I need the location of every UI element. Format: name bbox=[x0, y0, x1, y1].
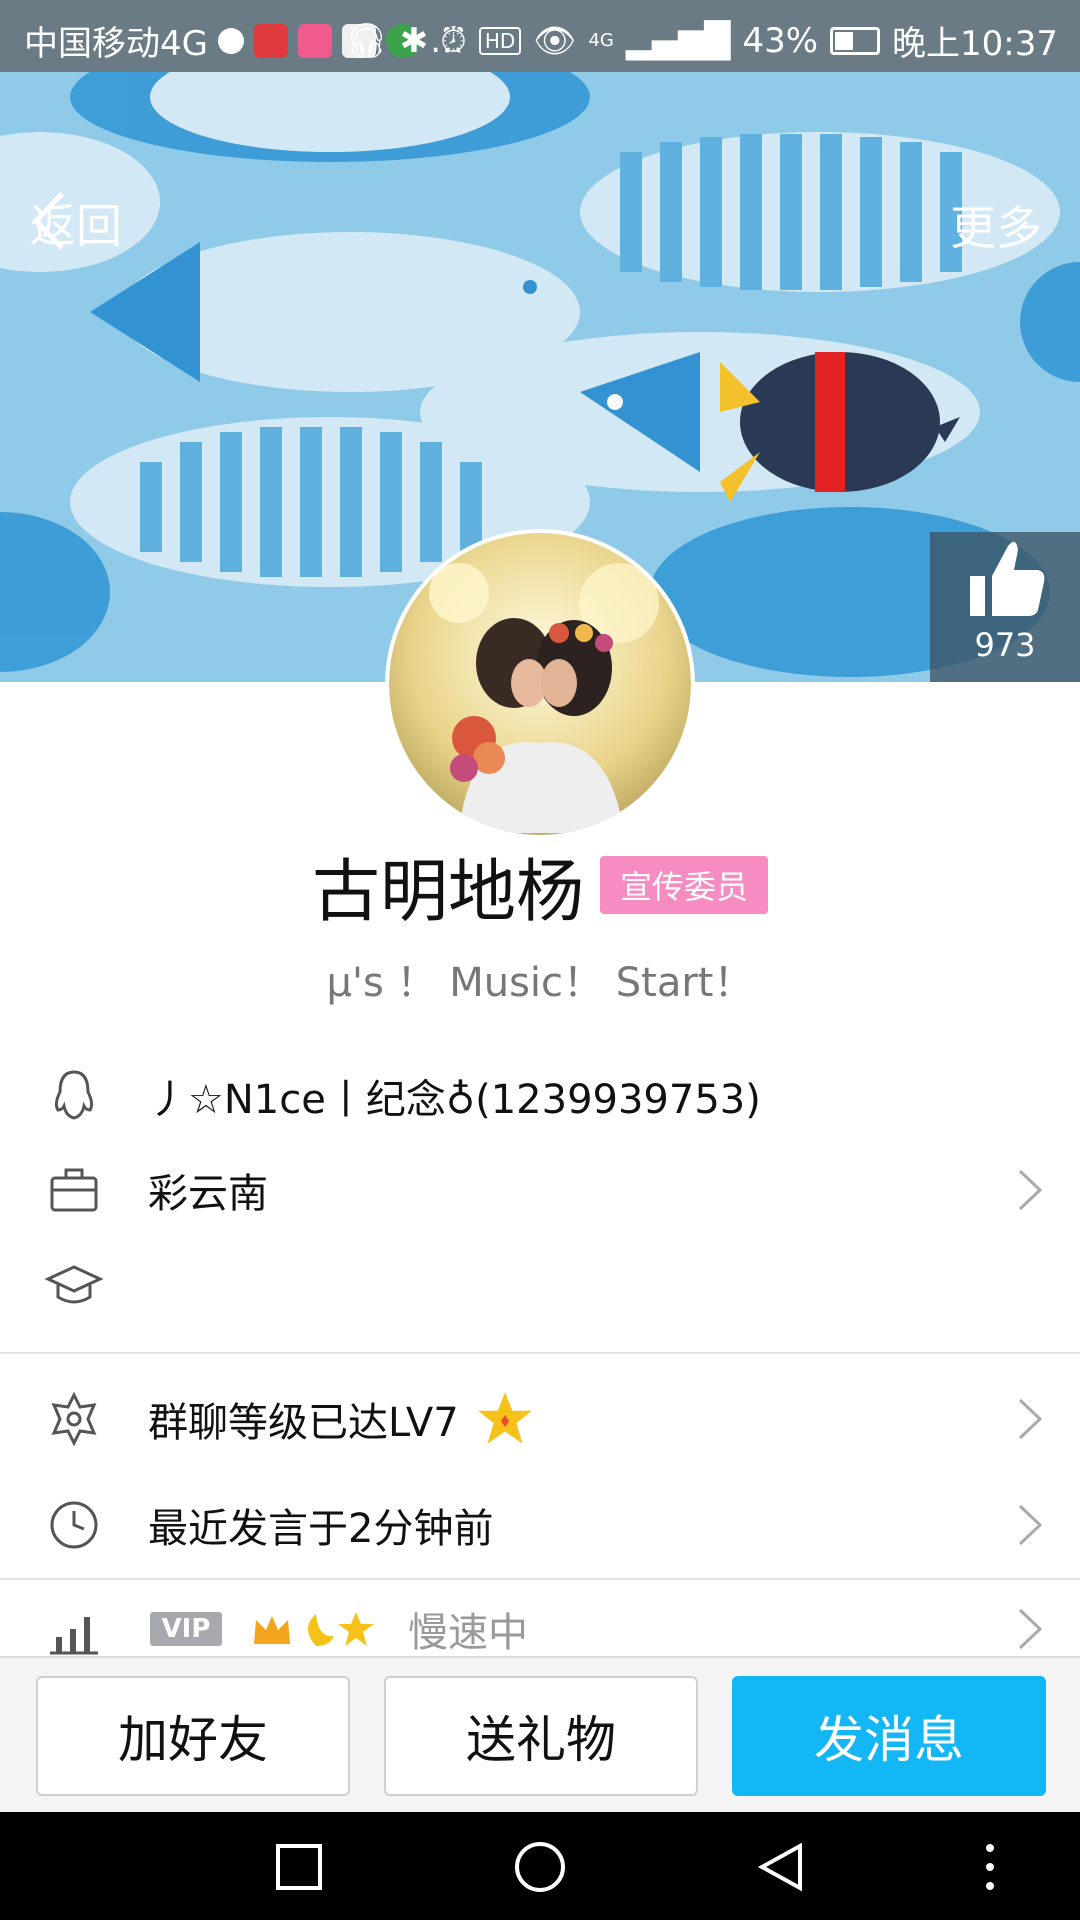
back-nav-icon bbox=[757, 1842, 802, 1892]
chevron-right-icon bbox=[1018, 1608, 1043, 1650]
last-speak-text: 最近发言于2分钟前 bbox=[148, 1506, 494, 1552]
vip-tag: VIP bbox=[150, 1612, 222, 1646]
school-row bbox=[0, 1255, 1080, 1315]
bluetooth-icon: ✱ bbox=[399, 20, 429, 61]
back-button[interactable]: 返回 bbox=[30, 190, 122, 256]
group-level-text: 群聊等级已达LV7 bbox=[148, 1400, 459, 1446]
growth-chart-icon bbox=[50, 1617, 98, 1655]
netease-icon bbox=[217, 27, 244, 54]
send-message-button[interactable]: 发消息 bbox=[732, 1676, 1046, 1796]
status-bar: 中国移动4G … 🎧︎ ✱ ⏰︎ HD 👁︎ 4G ▂▄▆█ 43% 晚上10:… bbox=[0, 0, 1080, 72]
vip-row[interactable]: VIP 慢速中 bbox=[0, 1596, 1080, 1662]
group-level-row[interactable]: 群聊等级已达LV7 bbox=[0, 1386, 1080, 1452]
clock-icon bbox=[50, 1501, 98, 1549]
vip-level-icons bbox=[254, 1612, 374, 1646]
avatar[interactable] bbox=[389, 533, 691, 835]
system-navigation-bar bbox=[0, 1812, 1080, 1920]
home-icon bbox=[515, 1842, 565, 1892]
company-text: 彩云南 bbox=[148, 1171, 268, 1217]
chevron-right-icon bbox=[1018, 1398, 1043, 1440]
carrier-text: 中国移动4G bbox=[24, 24, 208, 64]
nickname: 古明地杨 bbox=[311, 852, 584, 932]
gear-star-icon bbox=[51, 1391, 97, 1447]
action-bar: 加好友 送礼物 发消息 bbox=[0, 1656, 1080, 1814]
battery-percent: 43% bbox=[742, 20, 819, 61]
time-text: 晚上10:37 bbox=[892, 24, 1058, 64]
alarm-icon: ⏰︎ bbox=[440, 20, 467, 61]
hd-icon: HD bbox=[478, 26, 522, 55]
qq-penguin-icon bbox=[54, 1070, 94, 1120]
bilibili-icon bbox=[297, 23, 332, 58]
like-button[interactable]: 973 bbox=[930, 532, 1080, 682]
divider bbox=[0, 1352, 1080, 1354]
name-row: 古明地杨 宣传委员 bbox=[0, 845, 1080, 932]
speed-text: 慢速中 bbox=[408, 1610, 528, 1656]
graduation-cap-icon bbox=[44, 1265, 104, 1304]
divider bbox=[0, 1578, 1080, 1580]
qq-row: 丿☆N1ce丨纪念♁(1239939753) bbox=[0, 1066, 1080, 1126]
battery-icon bbox=[830, 26, 881, 55]
headphone-icon: 🎧︎ bbox=[344, 20, 388, 61]
last-speak-row[interactable]: 最近发言于2分钟前 bbox=[0, 1492, 1080, 1558]
more-button[interactable]: 更多 bbox=[950, 192, 1042, 258]
chevron-right-icon bbox=[1018, 1504, 1043, 1546]
qq-info: 丿☆N1ce丨纪念♁(1239939753) bbox=[148, 1077, 761, 1123]
thumbs-up-icon bbox=[970, 541, 1045, 616]
company-row[interactable]: 彩云南 bbox=[0, 1160, 1080, 1220]
chevron-left-icon bbox=[32, 192, 64, 250]
send-gift-button[interactable]: 送礼物 bbox=[384, 1676, 698, 1796]
chevron-right-icon bbox=[1018, 1169, 1043, 1211]
taobao-icon bbox=[253, 23, 288, 58]
recents-icon bbox=[276, 1844, 322, 1890]
network-type: 4G bbox=[588, 30, 614, 51]
eye-icon: 👁︎ bbox=[533, 20, 577, 61]
add-friend-button[interactable]: 加好友 bbox=[36, 1676, 350, 1796]
briefcase-icon bbox=[50, 1168, 98, 1212]
signature: μ's ！ Music！ Start！ bbox=[326, 960, 754, 1006]
title-badge: 宣传委员 bbox=[600, 856, 769, 914]
signal-icon: ▂▄▆█ bbox=[625, 20, 731, 61]
star-level-icon bbox=[478, 1392, 532, 1444]
like-count: 973 bbox=[974, 626, 1036, 664]
